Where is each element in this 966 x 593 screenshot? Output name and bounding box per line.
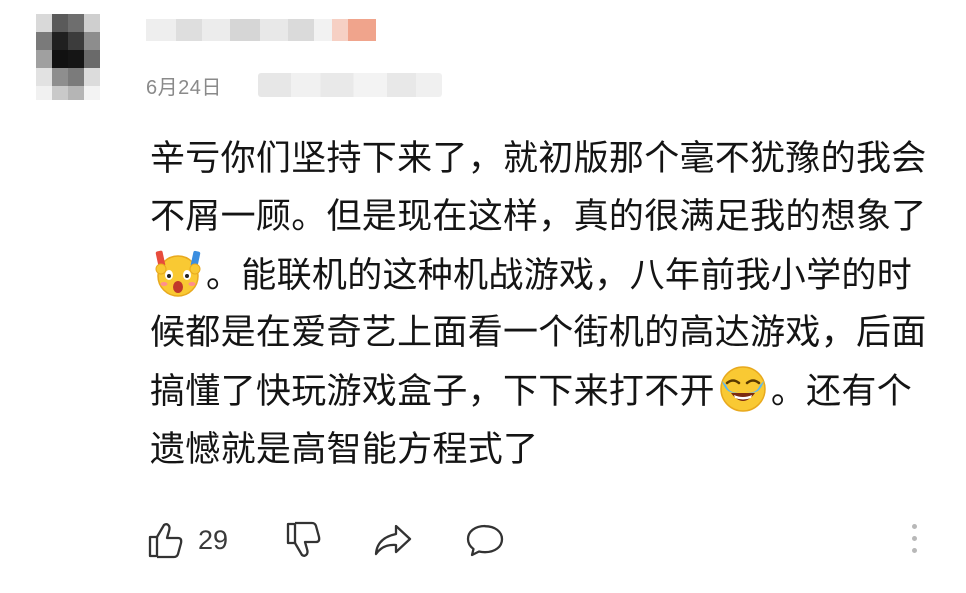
thumbs-up-icon — [148, 523, 183, 559]
share-button[interactable] — [372, 518, 414, 562]
emoji-laughing-crying-icon — [720, 366, 766, 412]
comment-text: 辛亏你们坚持下来了，就初版那个毫不犹豫的我会不屑一顾。但是现在这样，真的很满足我… — [150, 131, 945, 480]
reply-icon — [466, 524, 504, 557]
avatar[interactable] — [36, 14, 100, 100]
thumbs-down-icon — [286, 521, 321, 557]
comment-text-part1: 辛亏你们坚持下来了，就初版那个毫不犹豫的我会不屑一顾。但是现在这样，真的很满足我… — [150, 139, 927, 237]
comment-date: 6月24日 — [146, 77, 222, 99]
like-button[interactable]: 29 — [146, 518, 228, 562]
dislike-button[interactable] — [284, 518, 324, 562]
location-blurred — [258, 73, 442, 97]
emoji-cheering-icon — [155, 250, 201, 297]
more-options-icon[interactable] — [904, 524, 924, 560]
username-blurred[interactable] — [146, 19, 396, 41]
like-count: 29 — [198, 524, 229, 555]
comment-action-bar: 29 — [0, 518, 966, 564]
reply-button[interactable] — [464, 518, 506, 562]
share-icon — [374, 524, 412, 556]
